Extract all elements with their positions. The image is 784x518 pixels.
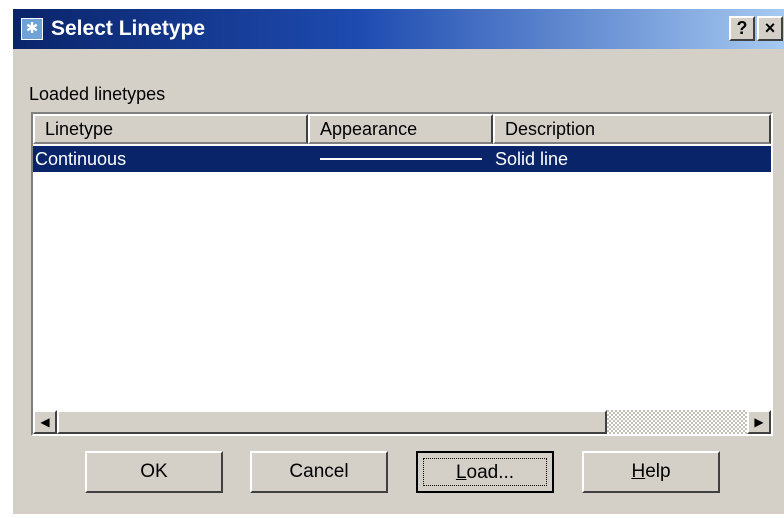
load-label: oad... bbox=[466, 462, 515, 483]
column-header-description[interactable]: Description bbox=[493, 114, 771, 144]
title-bar[interactable]: ✱ Select Linetype ? × bbox=[13, 9, 784, 49]
cancel-button[interactable]: Cancel bbox=[250, 451, 388, 493]
scroll-right-icon[interactable]: ▶ bbox=[747, 410, 771, 434]
close-icon[interactable]: × bbox=[757, 16, 783, 41]
load-button-focus-rect: Load... bbox=[423, 458, 547, 486]
help-mnemonic: H bbox=[631, 461, 646, 482]
linetype-list[interactable]: Linetype Appearance Description Continuo… bbox=[31, 112, 773, 436]
ok-button[interactable]: OK bbox=[85, 451, 223, 493]
dialog-title: Select Linetype bbox=[51, 17, 206, 40]
solid-line-appearance bbox=[320, 158, 482, 160]
help-label: elp bbox=[645, 461, 671, 482]
column-header-linetype[interactable]: Linetype bbox=[33, 114, 308, 144]
scroll-track[interactable] bbox=[607, 410, 747, 434]
column-header-appearance[interactable]: Appearance bbox=[308, 114, 493, 144]
select-linetype-dialog: ✱ Select Linetype ? × Loaded linetypes L… bbox=[12, 8, 784, 514]
app-icon: ✱ bbox=[21, 18, 43, 40]
loaded-linetypes-label: Loaded linetypes bbox=[29, 84, 166, 104]
scroll-left-icon[interactable]: ◀ bbox=[33, 410, 57, 434]
scroll-thumb[interactable] bbox=[57, 410, 607, 434]
load-mnemonic: L bbox=[455, 462, 467, 483]
linetype-name: Continuous bbox=[35, 149, 127, 169]
help-icon[interactable]: ? bbox=[729, 16, 755, 41]
load-button[interactable]: Load... bbox=[416, 451, 554, 493]
horizontal-scrollbar[interactable]: ◀ ▶ bbox=[33, 410, 771, 434]
list-item[interactable]: Continuous Solid line bbox=[33, 146, 771, 172]
linetype-description: Solid line bbox=[495, 149, 569, 169]
help-button[interactable]: Help bbox=[582, 451, 720, 493]
